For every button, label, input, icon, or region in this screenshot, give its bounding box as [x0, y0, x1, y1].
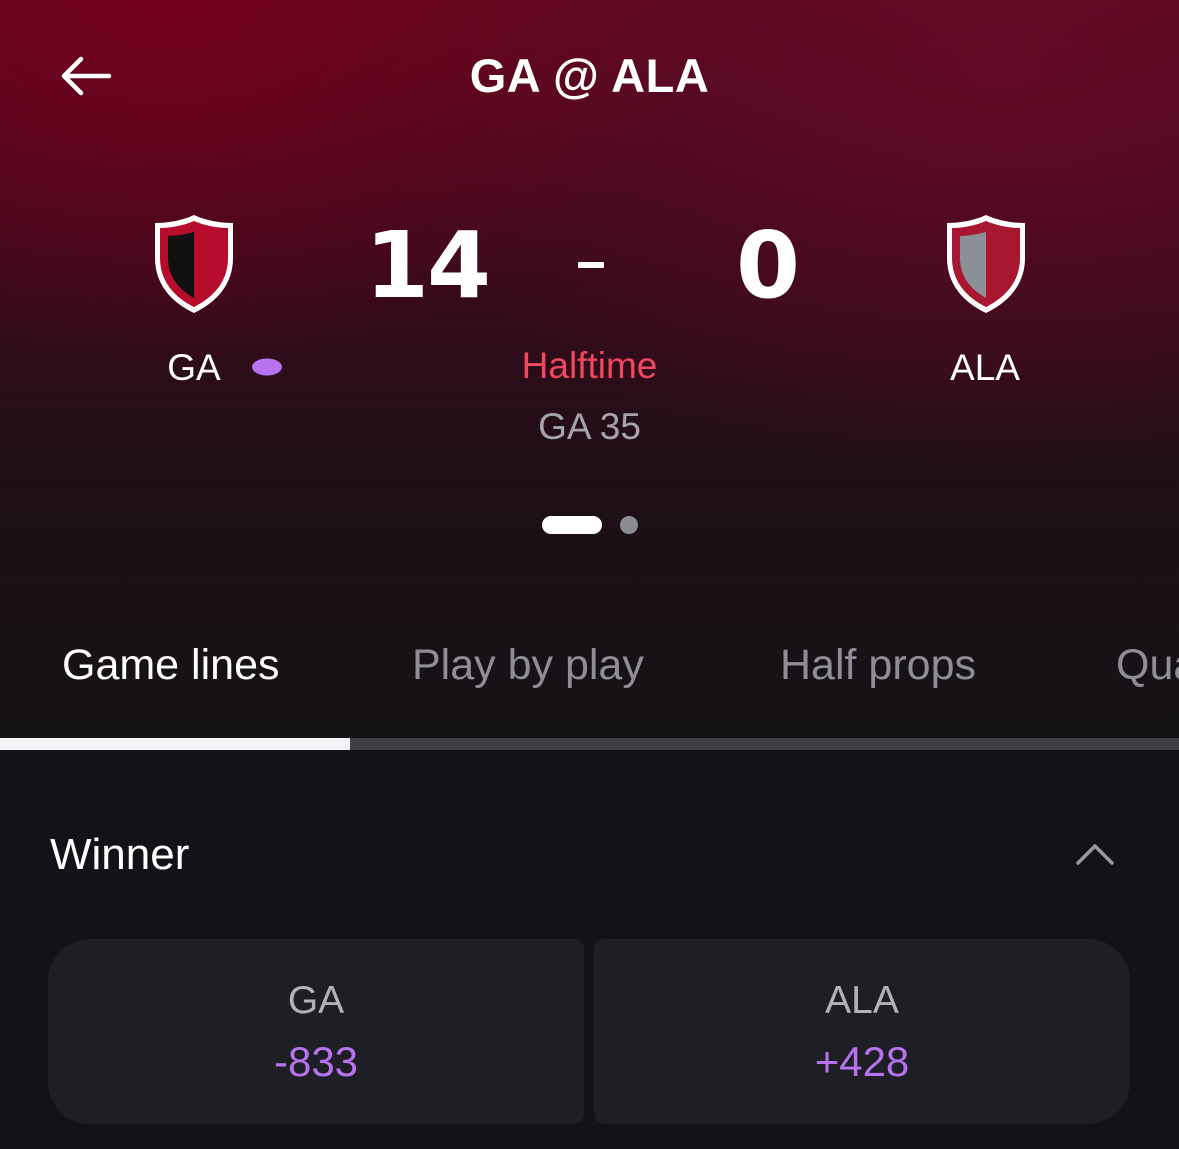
odds-button-ala[interactable]: ALA +428 — [594, 939, 1130, 1124]
odds-team-label: ALA — [825, 979, 899, 1022]
odds-price: -833 — [273, 1038, 359, 1085]
score-separator — [578, 262, 604, 268]
chevron-up-icon — [1076, 844, 1114, 865]
away-team-logo — [947, 215, 1025, 313]
game-status: Halftime — [521, 345, 658, 386]
home-team-logo — [155, 215, 233, 313]
pager-dot[interactable] — [620, 516, 638, 534]
collapse-button[interactable] — [1070, 836, 1120, 872]
market-title: Winner — [50, 830, 190, 879]
odds-team-label: GA — [287, 979, 345, 1022]
home-score: 14 — [365, 212, 491, 319]
away-score: 0 — [735, 212, 800, 319]
tab-game-lines[interactable]: Game lines — [62, 640, 279, 690]
odds-price: +428 — [814, 1038, 910, 1085]
tab-play-by-play[interactable]: Play by play — [412, 640, 644, 690]
tab-indicator — [0, 738, 350, 750]
tab-half-props[interactable]: Half props — [780, 640, 976, 690]
odds-button-ga[interactable]: GA -833 — [48, 939, 584, 1124]
game-header: GA @ ALA 14 0 GA ALA Halftime GA 35 Game… — [0, 0, 1179, 750]
pager-dot-active[interactable] — [542, 516, 602, 534]
tab-bar: Game lines Play by play Half props Qua — [0, 630, 1179, 700]
ball-position: GA 35 — [538, 406, 641, 447]
tab-quarter-props[interactable]: Qua — [1116, 640, 1179, 690]
page-title: GA @ ALA — [469, 49, 710, 102]
